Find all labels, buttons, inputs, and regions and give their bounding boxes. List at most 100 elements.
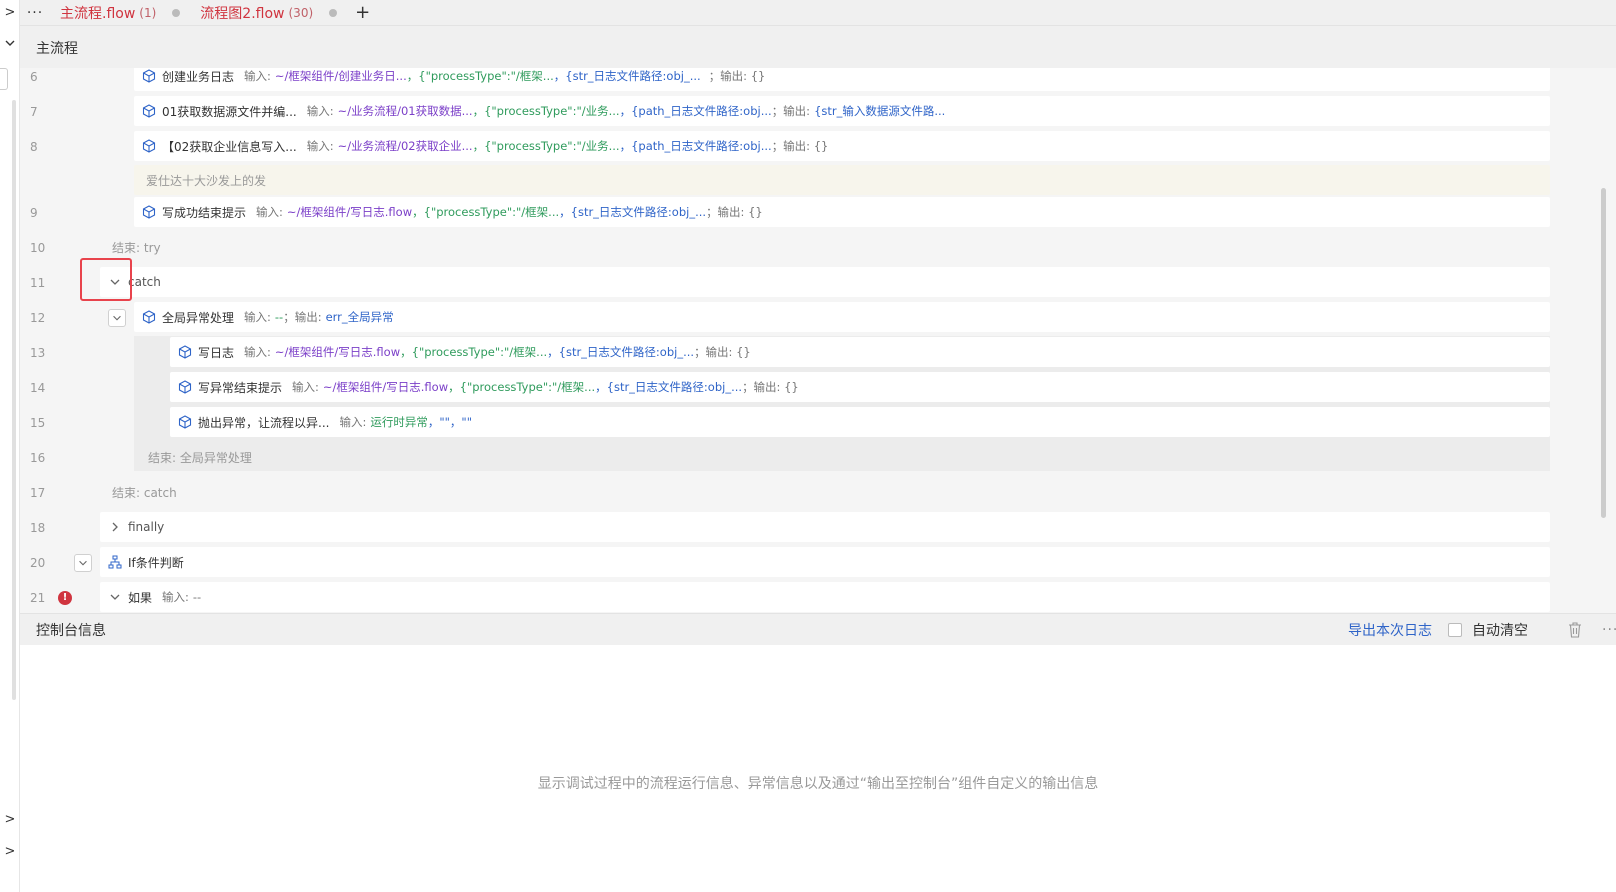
auto-clear-label: 自动清空 bbox=[1472, 622, 1528, 639]
line-number: 6 bbox=[30, 70, 38, 84]
if-row[interactable]: If条件判断 bbox=[100, 547, 1550, 577]
line-number: 13 bbox=[30, 346, 46, 360]
line-number: 16 bbox=[30, 451, 46, 465]
console-body: 显示调试过程中的流程运行信息、异常信息以及通过“输出至控制台”组件自定义的输出信… bbox=[20, 645, 1616, 892]
expand-panel-icon-2[interactable]: > bbox=[0, 810, 20, 830]
flow-scrollbar[interactable] bbox=[1601, 188, 1606, 518]
param-exception: 运行时异常 bbox=[370, 415, 428, 429]
output-label: ；输出: {} bbox=[706, 205, 763, 219]
left-strip: > > > bbox=[0, 0, 20, 892]
cube-icon bbox=[142, 310, 156, 324]
param-var: ，{str_日志文件路径:obj_... bbox=[547, 345, 695, 359]
param-var: ，{path_日志文件路径:obj... bbox=[619, 104, 772, 118]
param-rest: ，""，"" bbox=[427, 415, 472, 429]
end-catch-row: 结束: catch bbox=[112, 477, 1550, 507]
console-more-icon[interactable]: ··· bbox=[1602, 622, 1616, 638]
trash-icon[interactable] bbox=[1568, 621, 1582, 638]
input-label: 输入: bbox=[306, 139, 334, 153]
tab-count: (30) bbox=[288, 5, 314, 20]
node-name: 写日志 bbox=[198, 345, 235, 360]
cube-icon bbox=[178, 380, 192, 394]
param-json: ，{"processType":"/框架... bbox=[412, 205, 560, 219]
line-number: 7 bbox=[30, 105, 38, 119]
chevron-down-icon[interactable] bbox=[0, 36, 20, 56]
param-path: ~/框架组件/写日志.flow bbox=[322, 380, 449, 394]
line-number: 17 bbox=[30, 486, 46, 500]
node-name: 写异常结束提示 bbox=[198, 380, 283, 395]
param-json: ，{"processType":"/框架... bbox=[400, 345, 548, 359]
tab-count: (1) bbox=[139, 5, 157, 20]
node-row-9[interactable]: 写成功结束提示 输入: ~/框架组件/写日志.flow ，{"processTy… bbox=[134, 197, 1550, 227]
strip-input-box[interactable] bbox=[0, 68, 8, 90]
catch-label: catch bbox=[128, 275, 161, 289]
line-number: 15 bbox=[30, 416, 46, 430]
tab-bar: ··· 主流程.flow (1) 流程图2.flow (30) + bbox=[20, 0, 1616, 26]
finally-row[interactable]: finally bbox=[100, 512, 1550, 542]
line-number: 9 bbox=[30, 206, 38, 220]
node-name: 抛出异常，让流程以异... bbox=[198, 415, 330, 430]
param-path: ~/框架组件/创建业务日... bbox=[274, 69, 407, 83]
add-tab-button[interactable]: + bbox=[355, 0, 370, 26]
output-label: ；输出: {} bbox=[742, 380, 799, 394]
more-tabs-icon[interactable]: ··· bbox=[20, 5, 50, 21]
auto-clear-checkbox[interactable] bbox=[1448, 622, 1462, 637]
end-text: 结束: 全局异常处理 bbox=[148, 450, 252, 465]
error-badge-icon[interactable]: ! bbox=[58, 591, 72, 605]
param-path: ~/框架组件/写日志.flow bbox=[286, 205, 413, 219]
tab-main-flow[interactable]: 主流程.flow (1) bbox=[50, 0, 190, 26]
unsaved-dot-icon[interactable] bbox=[172, 8, 181, 17]
console-title: 控制台信息 bbox=[36, 622, 106, 639]
branch-icon bbox=[108, 555, 122, 569]
node-row-13[interactable]: 写日志 输入: ~/框架组件/写日志.flow ，{"processType":… bbox=[170, 337, 1550, 367]
cube-icon bbox=[142, 205, 156, 219]
input-label: 输入: bbox=[292, 380, 319, 394]
node-name: 全局异常处理 bbox=[162, 310, 235, 325]
expand-panel-icon[interactable]: > bbox=[0, 3, 20, 23]
cube-icon bbox=[142, 139, 156, 153]
line-number: 12 bbox=[30, 311, 46, 325]
line-number: 10 bbox=[30, 241, 46, 255]
if-branch-row[interactable]: 如果 输入: -- bbox=[100, 582, 1550, 612]
cube-icon bbox=[142, 69, 156, 83]
left-scrollbar[interactable] bbox=[12, 100, 16, 700]
node-name: 创建业务日志 bbox=[162, 69, 235, 84]
node-name: 【02获取企业信息写入... bbox=[162, 139, 297, 154]
expand-panel-icon-3[interactable]: > bbox=[0, 842, 20, 862]
node-row-12[interactable]: 全局异常处理 输入: -- ；输出: err_全局异常 bbox=[134, 302, 1550, 332]
tab-name: 流程图2.flow bbox=[200, 5, 285, 22]
line-number: 20 bbox=[30, 556, 46, 570]
param-json: ，{"processType":"/框架... bbox=[406, 69, 554, 83]
export-log-button[interactable]: 导出本次日志 bbox=[1348, 620, 1432, 640]
cube-icon bbox=[178, 415, 192, 429]
line-number: 8 bbox=[30, 140, 38, 154]
chevron-down-icon[interactable] bbox=[108, 590, 122, 604]
unsaved-dot-icon[interactable] bbox=[329, 8, 338, 17]
chevron-down-icon bbox=[77, 557, 89, 569]
output-label: ；输出: bbox=[771, 104, 811, 118]
collapse-button[interactable] bbox=[74, 554, 92, 572]
param-empty: -- bbox=[274, 310, 284, 324]
console-header: 控制台信息 导出本次日志 自动清空 ··· bbox=[20, 613, 1616, 645]
param-var: ，{str_日志文件路径:obj_... bbox=[553, 69, 701, 83]
line-number: 11 bbox=[30, 276, 46, 290]
output-label: ；输出: {} bbox=[771, 139, 829, 153]
param-path: ~/框架组件/写日志.flow bbox=[274, 345, 401, 359]
node-row-15[interactable]: 抛出异常，让流程以异... 输入: 运行时异常 ，""，"" bbox=[170, 407, 1550, 437]
tab-flow2[interactable]: 流程图2.flow (30) bbox=[190, 0, 347, 26]
note-row[interactable]: 爱仕达十大沙发上的发 bbox=[134, 165, 1550, 195]
input-label: 输入: bbox=[244, 69, 271, 83]
line-number: 18 bbox=[30, 521, 46, 535]
cube-icon bbox=[178, 345, 192, 359]
node-row-6[interactable]: 创建业务日志 输入: ~/框架组件/创建业务日... ，{"processTyp… bbox=[134, 68, 1550, 91]
chevron-down-icon bbox=[111, 312, 123, 324]
node-row-7[interactable]: 01获取数据源文件并编... 输入: ~/业务流程/01获取数据... ，{"p… bbox=[134, 96, 1550, 126]
catch-row[interactable]: catch bbox=[100, 267, 1550, 297]
end-text: 结束: try bbox=[112, 240, 161, 255]
node-row-8[interactable]: 【02获取企业信息写入... 输入: ~/业务流程/02获取企业... ，{"p… bbox=[134, 131, 1550, 161]
node-row-14[interactable]: 写异常结束提示 输入: ~/框架组件/写日志.flow ，{"processTy… bbox=[170, 372, 1550, 402]
collapse-button[interactable] bbox=[108, 309, 126, 327]
if-label: If条件判断 bbox=[128, 555, 184, 570]
input-label: 输入: bbox=[339, 415, 367, 429]
end-try-row: 结束: try bbox=[112, 232, 1550, 262]
chevron-right-icon[interactable] bbox=[108, 520, 122, 534]
